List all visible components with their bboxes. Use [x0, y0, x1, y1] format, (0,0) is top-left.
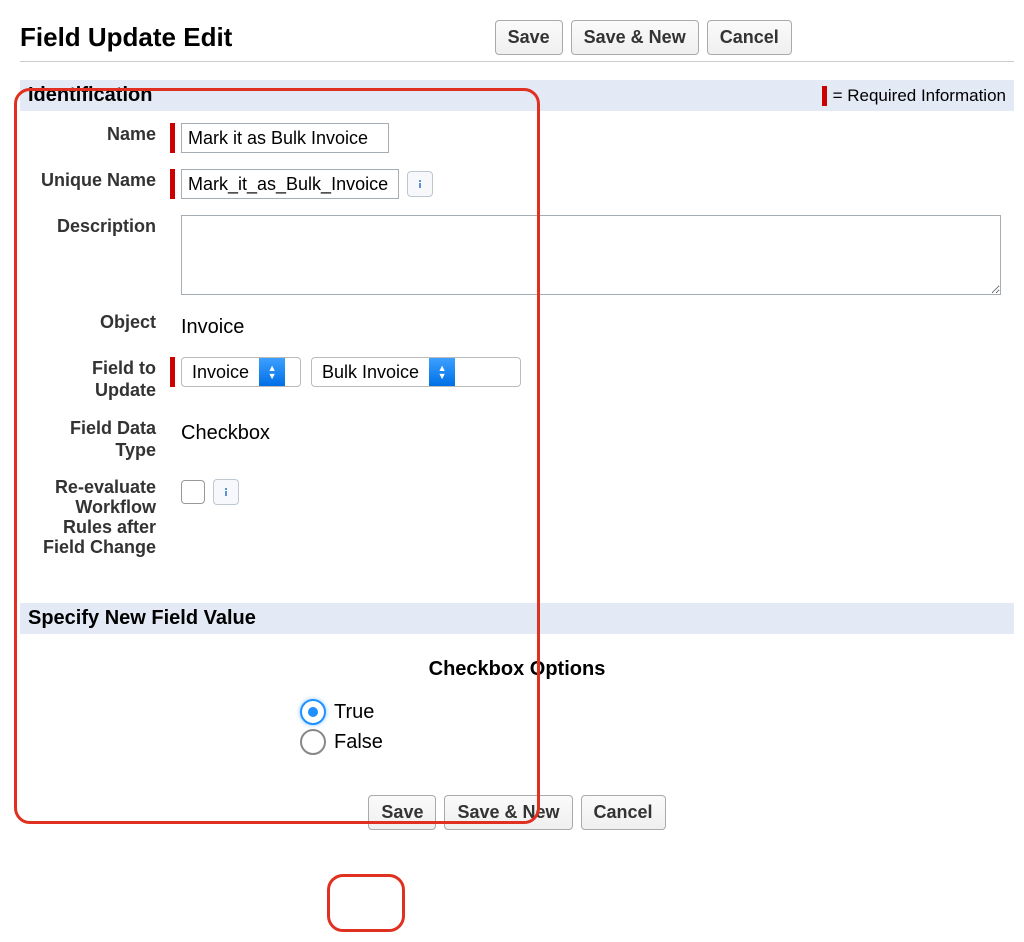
unique-name-input[interactable]	[181, 169, 399, 199]
chevron-updown-icon: ▲▼	[259, 358, 285, 386]
description-textarea[interactable]	[181, 215, 1001, 295]
top-button-row: Save Save & New Cancel	[272, 20, 1014, 55]
specify-header-label: Specify New Field Value	[28, 607, 256, 630]
required-bar-icon	[170, 169, 175, 199]
true-radio-label: True	[334, 701, 374, 724]
field-to-update-label: Field to Update	[28, 357, 170, 401]
object-label: Object	[28, 311, 170, 333]
description-label: Description	[28, 215, 170, 237]
field-data-type-value: Checkbox	[181, 420, 270, 445]
object-value: Invoice	[181, 314, 244, 339]
field-to-update-select-1[interactable]: Invoice ▲▼	[181, 357, 301, 387]
info-icon[interactable]	[213, 479, 239, 505]
identification-header-label: Identification	[28, 84, 152, 107]
identification-header: Identification = Required Information	[20, 80, 1014, 111]
cancel-button-bottom[interactable]: Cancel	[581, 795, 666, 830]
field-data-type-label: Field Data Type	[28, 417, 170, 461]
select-value: Invoice	[182, 362, 259, 383]
required-legend: = Required Information	[822, 86, 1006, 106]
chevron-updown-icon: ▲▼	[429, 358, 455, 386]
save-and-new-button-top[interactable]: Save & New	[571, 20, 699, 55]
field-to-update-select-2[interactable]: Bulk Invoice ▲▼	[311, 357, 521, 387]
specify-header: Specify New Field Value	[20, 603, 1014, 634]
required-legend-text: = Required Information	[833, 86, 1006, 106]
save-button-top[interactable]: Save	[495, 20, 563, 55]
reevaluate-checkbox[interactable]	[181, 480, 205, 504]
cancel-button-top[interactable]: Cancel	[707, 20, 792, 55]
bottom-button-row: Save Save & New Cancel	[20, 795, 1014, 830]
info-icon[interactable]	[407, 171, 433, 197]
false-radio[interactable]	[300, 729, 326, 755]
page-title: Field Update Edit	[20, 22, 232, 53]
save-and-new-button-bottom[interactable]: Save & New	[444, 795, 572, 830]
required-bar-icon	[170, 123, 175, 153]
name-label: Name	[28, 123, 170, 145]
required-bar-icon	[822, 86, 827, 106]
true-radio[interactable]	[300, 699, 326, 725]
select-value: Bulk Invoice	[312, 362, 429, 383]
save-button-bottom[interactable]: Save	[368, 795, 436, 830]
checkbox-options-title: Checkbox Options	[20, 658, 1014, 681]
false-radio-label: False	[334, 731, 383, 754]
required-bar-icon	[170, 357, 175, 387]
annotation-highlight-save	[327, 874, 405, 932]
unique-name-label: Unique Name	[28, 169, 170, 191]
name-input[interactable]	[181, 123, 389, 153]
reevaluate-label: Re-evaluate Workflow Rules after Field C…	[28, 477, 170, 557]
